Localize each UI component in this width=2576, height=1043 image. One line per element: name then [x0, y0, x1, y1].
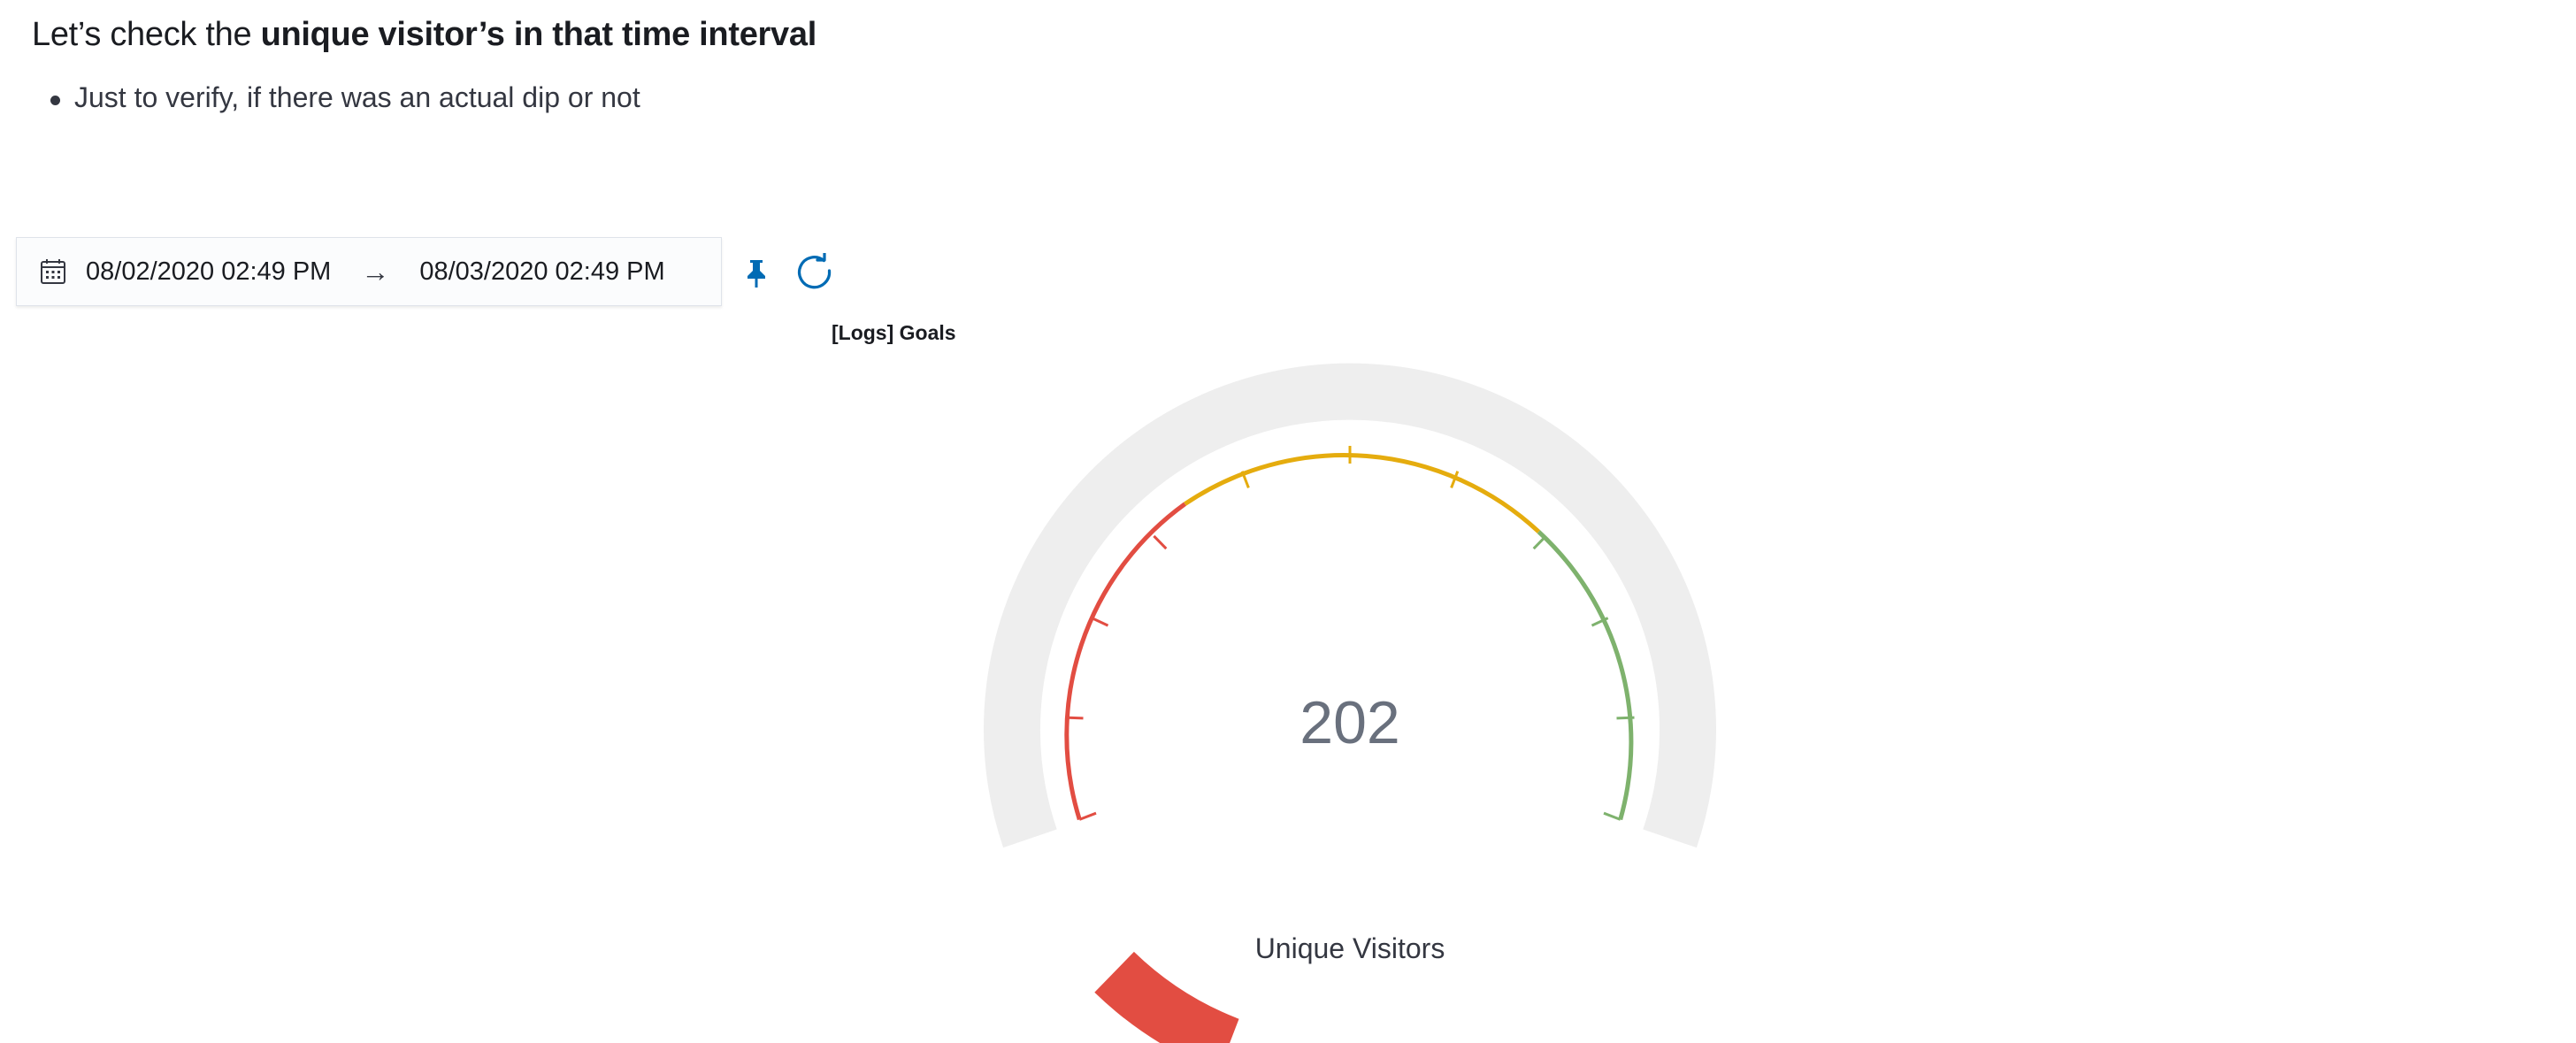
gauge-scale-mid: [1184, 453, 1541, 533]
gauge-chart: [984, 363, 1716, 1043]
gauge-value-fill: [1094, 951, 1240, 1043]
gauge-label: Unique Visitors: [1254, 932, 1445, 964]
gauge-ticks: [1065, 446, 1635, 821]
gauge-value: 202: [1300, 689, 1400, 756]
gauge-scale-high: [1537, 530, 1634, 821]
